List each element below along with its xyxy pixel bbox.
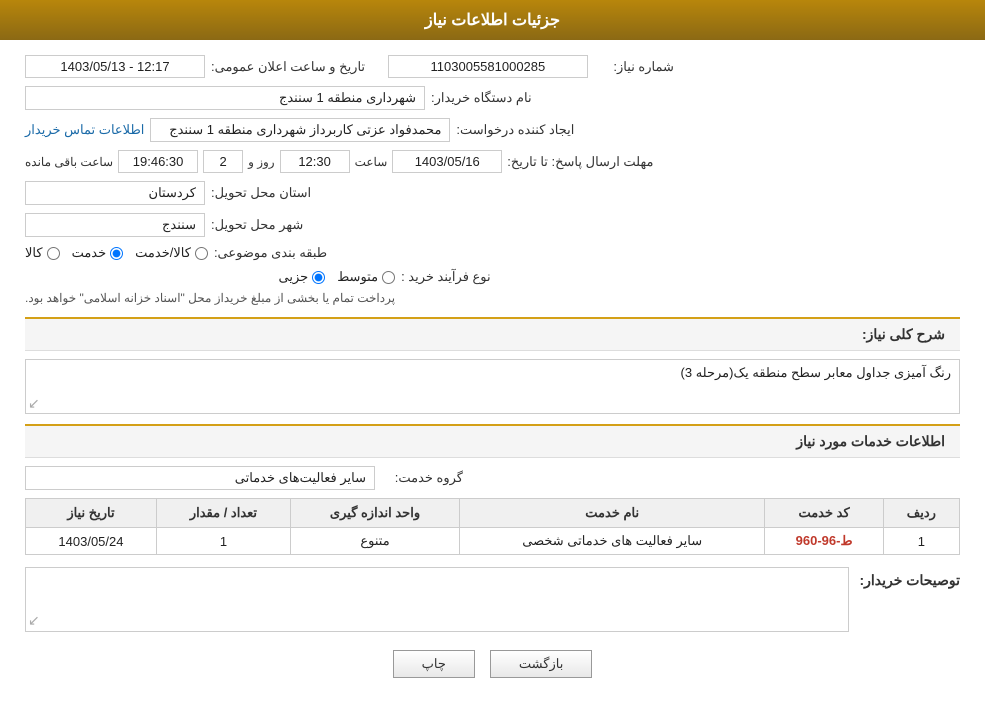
deadline-remaining-value: 19:46:30 bbox=[118, 150, 198, 173]
col-code: کد خدمت bbox=[765, 499, 883, 528]
cell-name: سایر فعالیت های خدماتی شخصی bbox=[460, 528, 765, 555]
col-quantity: تعداد / مقدار bbox=[156, 499, 290, 528]
announcement-datetime-label: تاریخ و ساعت اعلان عمومی: bbox=[211, 59, 365, 75]
need-number-value: 1103005581000285 bbox=[388, 55, 588, 78]
deadline-day-label: روز و bbox=[248, 155, 275, 169]
province-value: کردستان bbox=[25, 181, 205, 205]
creator-label: ایجاد کننده درخواست: bbox=[456, 122, 574, 138]
category-radio-group: کالا/خدمت خدمت کالا bbox=[25, 245, 208, 261]
buyer-notes-label: توصیحات خریدار: bbox=[859, 567, 960, 589]
purchase-description: پرداخت تمام یا بخشی از مبلغ خریداز محل "… bbox=[25, 289, 395, 307]
page-title: جزئیات اطلاعات نیاز bbox=[425, 12, 560, 29]
city-label: شهر محل تحویل: bbox=[211, 217, 303, 233]
deadline-days-value: 2 bbox=[203, 150, 243, 173]
col-row: ردیف bbox=[883, 499, 959, 528]
category-kala-khadamat-label: کالا/خدمت bbox=[135, 245, 191, 261]
col-unit: واحد اندازه گیری bbox=[291, 499, 460, 528]
category-khadamat-option[interactable]: خدمت bbox=[72, 245, 124, 261]
contact-link[interactable]: اطلاعات تماس خریدار bbox=[25, 122, 144, 138]
purchase-jozvi-option[interactable]: جزیی bbox=[279, 269, 326, 285]
table-header-row: ردیف کد خدمت نام خدمت واحد اندازه گیری ت… bbox=[26, 499, 960, 528]
purchase-motavaset-option[interactable]: متوسط bbox=[337, 269, 395, 285]
deadline-remaining-label: ساعت باقی مانده bbox=[25, 155, 113, 169]
purchase-jozvi-radio[interactable] bbox=[312, 271, 325, 284]
buyer-notes-section: توصیحات خریدار: bbox=[25, 567, 960, 632]
service-info-section-title: اطلاعات خدمات مورد نیاز bbox=[25, 424, 960, 458]
cell-code: ط-96-960 bbox=[765, 528, 883, 555]
print-button[interactable]: چاپ bbox=[393, 650, 475, 678]
purchase-motavaset-radio[interactable] bbox=[382, 271, 395, 284]
purchase-type-label: نوع فرآیند خرید : bbox=[401, 269, 491, 285]
purchase-type-radio-group: متوسط جزیی bbox=[279, 269, 396, 285]
category-kala-label: کالا bbox=[25, 245, 43, 261]
deadline-time-value: 12:30 bbox=[280, 150, 350, 173]
need-description-wrapper: رنگ آمیزی جداول معابر سطح منطقه یک(مرحله… bbox=[25, 359, 960, 414]
category-kala-radio[interactable] bbox=[47, 247, 60, 260]
creator-value: محمدفواد عزتی کاربرداز شهرداری منطقه 1 س… bbox=[150, 118, 450, 142]
category-label: طبقه بندی موضوعی: bbox=[214, 245, 327, 261]
province-label: استان محل تحویل: bbox=[211, 185, 311, 201]
page-header: جزئیات اطلاعات نیاز bbox=[0, 0, 985, 40]
category-khadamat-label: خدمت bbox=[72, 245, 107, 261]
city-value: سنندج bbox=[25, 213, 205, 237]
category-kala-khadamat-radio[interactable] bbox=[195, 247, 208, 260]
back-button[interactable]: بازگشت bbox=[490, 650, 592, 678]
services-table: ردیف کد خدمت نام خدمت واحد اندازه گیری ت… bbox=[25, 498, 960, 555]
cell-date: 1403/05/24 bbox=[26, 528, 157, 555]
announcement-datetime-value: 1403/05/13 - 12:17 bbox=[25, 55, 205, 78]
buyer-notes-value bbox=[25, 567, 849, 632]
need-description-section-title: شرح کلی نیاز: bbox=[25, 317, 960, 351]
cell-quantity: 1 bbox=[156, 528, 290, 555]
buyer-org-value: شهرداری منطقه 1 سنندج bbox=[25, 86, 425, 110]
category-kala-option[interactable]: کالا bbox=[25, 245, 60, 261]
deadline-label: مهلت ارسال پاسخ: تا تاریخ: bbox=[507, 154, 653, 170]
purchase-jozvi-label: جزیی bbox=[279, 269, 309, 285]
category-khadamat-radio[interactable] bbox=[110, 247, 123, 260]
deadline-date-value: 1403/05/16 bbox=[392, 150, 502, 173]
service-group-value: سایر فعالیت‌های خدماتی bbox=[25, 466, 375, 490]
need-description-value: رنگ آمیزی جداول معابر سطح منطقه یک(مرحله… bbox=[25, 359, 960, 414]
deadline-time-label: ساعت bbox=[355, 155, 388, 169]
buyer-org-label: نام دستگاه خریدار: bbox=[431, 90, 532, 106]
table-row: 1ط-96-960سایر فعالیت های خدماتی شخصیمتنو… bbox=[26, 528, 960, 555]
need-number-label: شماره نیاز: bbox=[594, 59, 674, 75]
action-buttons-row: بازگشت چاپ bbox=[25, 650, 960, 678]
purchase-motavaset-label: متوسط bbox=[337, 269, 378, 285]
service-group-label: گروه خدمت: bbox=[383, 470, 463, 486]
col-name: نام خدمت bbox=[460, 499, 765, 528]
cell-unit: متنوع bbox=[291, 528, 460, 555]
col-date: تاریخ نیاز bbox=[26, 499, 157, 528]
cell-row: 1 bbox=[883, 528, 959, 555]
buyer-notes-box-wrapper bbox=[25, 567, 849, 632]
category-kala-khadamat-option[interactable]: کالا/خدمت bbox=[135, 245, 208, 261]
